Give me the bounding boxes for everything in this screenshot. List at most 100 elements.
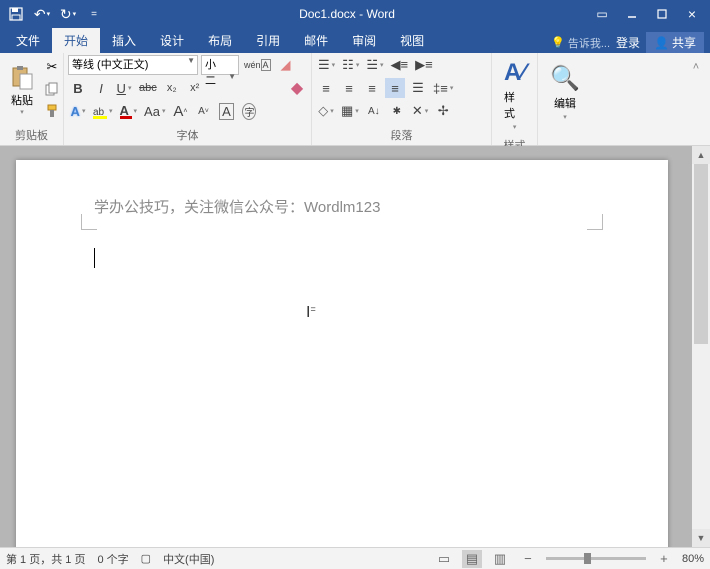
status-proofing-icon[interactable]: ▢	[141, 552, 151, 565]
titlebar: ↶▾ ↻▾ = Doc1.docx - Word ▭ ×	[0, 0, 710, 28]
tab-references[interactable]: 引用	[244, 28, 292, 53]
show-marks-button[interactable]: ✱	[387, 101, 407, 121]
zoom-thumb[interactable]	[584, 553, 591, 564]
eraser-button[interactable]: ◆	[287, 78, 307, 98]
tab-file[interactable]: 文件	[4, 28, 52, 53]
change-case-button[interactable]: A	[216, 101, 236, 121]
superscript-button[interactable]: x²	[185, 78, 205, 98]
zoom-slider[interactable]	[546, 557, 646, 560]
align-right-button[interactable]: ≡	[362, 78, 382, 98]
minimize-button[interactable]	[618, 2, 646, 26]
insertion-cursor-icon: I=	[306, 304, 316, 322]
qat-customize[interactable]: =	[82, 2, 106, 26]
scroll-down-button[interactable]: ▼	[692, 529, 710, 547]
styles-button[interactable]: A⁄ 样式 ▾	[496, 55, 533, 135]
editing-button[interactable]: 🔍 编辑 ▾	[542, 55, 588, 129]
tab-design[interactable]: 设计	[148, 28, 196, 53]
collapse-ribbon-button[interactable]: ˄	[686, 57, 706, 77]
maximize-button[interactable]	[648, 2, 676, 26]
scroll-track[interactable]	[692, 164, 710, 529]
login-button[interactable]: 登录	[616, 34, 640, 51]
increase-indent-button[interactable]: ▶≡	[413, 55, 435, 75]
status-words[interactable]: 0 个字	[97, 551, 128, 567]
find-icon: 🔍	[550, 64, 580, 93]
strikethrough-button[interactable]: abc	[137, 78, 159, 98]
status-page[interactable]: 第 1 页，共 1 页	[6, 551, 85, 567]
zoom-in-button[interactable]: +	[654, 550, 674, 568]
align-center-button[interactable]: ≡	[339, 78, 359, 98]
numbering-button[interactable]: ☷▾	[340, 55, 361, 75]
distribute-button[interactable]: ☰	[408, 78, 428, 98]
tab-layout[interactable]: 布局	[196, 28, 244, 53]
enclosed-char-button[interactable]: 字	[239, 101, 259, 121]
undo-button[interactable]: ↶▾	[30, 2, 54, 26]
styles-icon: A⁄	[504, 59, 525, 87]
scroll-up-button[interactable]: ▲	[692, 146, 710, 164]
document-scroll[interactable]: 学办公技巧，关注微信公众号：Wordlm123 I=	[0, 146, 692, 547]
underline-button[interactable]: U▾	[114, 78, 134, 98]
zoom-out-button[interactable]: −	[518, 550, 538, 568]
subscript-button[interactable]: x₂	[162, 78, 182, 98]
grow-font-button[interactable]: A˄	[170, 101, 190, 121]
status-language[interactable]: 中文(中国)	[163, 551, 214, 567]
copy-icon	[45, 82, 59, 96]
justify-icon: ≡	[391, 81, 399, 96]
copy-button[interactable]	[42, 79, 62, 99]
multilevel-icon: ☱	[366, 57, 378, 73]
tab-view[interactable]: 视图	[388, 28, 436, 53]
align-left-button[interactable]: ≡	[316, 78, 336, 98]
paragraph-marks-button[interactable]: ✢	[433, 101, 453, 121]
clear-formatting-button[interactable]: ◢	[276, 55, 296, 75]
decrease-indent-button[interactable]: ◀≡	[389, 55, 411, 75]
phonetic-guide-button[interactable]: wénA	[242, 55, 273, 75]
line-spacing-icon: ‡≡	[433, 81, 448, 96]
highlight-button[interactable]: ab▾	[91, 101, 115, 121]
vertical-scrollbar[interactable]: ▲ ▼	[692, 146, 710, 547]
shading-button[interactable]: ◇▾	[316, 101, 336, 121]
tab-home[interactable]: 开始	[52, 28, 100, 53]
multilevel-button[interactable]: ☱▾	[364, 55, 385, 75]
justify-button[interactable]: ≡	[385, 78, 405, 98]
document-area: 学办公技巧，关注微信公众号：Wordlm123 I= ▲ ▼	[0, 146, 710, 547]
shrink-font-button[interactable]: A˅	[193, 101, 213, 121]
tab-insert[interactable]: 插入	[100, 28, 148, 53]
close-button[interactable]: ×	[678, 2, 706, 26]
sort-button[interactable]: A↓	[364, 101, 384, 121]
tell-me-search[interactable]: 💡告诉我...	[551, 35, 610, 51]
view-read-button[interactable]: ▭	[434, 550, 454, 568]
ribbon-options-icon[interactable]: ▭	[588, 2, 616, 26]
bullets-button[interactable]: ☰▾	[316, 55, 337, 75]
tab-mailings[interactable]: 邮件	[292, 28, 340, 53]
brush-icon	[45, 104, 59, 118]
read-mode-icon: ▭	[438, 551, 450, 567]
ribbon-tabs: 文件 开始 插入 设计 布局 引用 邮件 审阅 视图 💡告诉我... 登录 👤共…	[0, 28, 710, 53]
paste-button[interactable]: 粘贴 ▾	[4, 62, 40, 118]
font-size-select[interactable]: 小二▼	[201, 55, 239, 75]
page[interactable]: 学办公技巧，关注微信公众号：Wordlm123 I=	[16, 160, 668, 547]
view-print-button[interactable]: ▤	[462, 550, 482, 568]
char-scale-button[interactable]: Aa▾	[142, 101, 167, 121]
eraser-icon: ◢	[281, 57, 291, 73]
font-name-select[interactable]: 等线 (中文正文)▼	[68, 55, 198, 75]
save-button[interactable]	[4, 2, 28, 26]
font-color-button[interactable]: A▾	[118, 101, 140, 121]
format-painter-button[interactable]	[42, 101, 62, 121]
line-spacing-button[interactable]: ‡≡▾	[431, 78, 455, 98]
italic-button[interactable]: I	[91, 78, 111, 98]
borders-button[interactable]: ▦▾	[339, 101, 361, 121]
redo-button[interactable]: ↻▾	[56, 2, 80, 26]
bold-button[interactable]: B	[68, 78, 88, 98]
tab-review[interactable]: 审阅	[340, 28, 388, 53]
view-web-button[interactable]: ▥	[490, 550, 510, 568]
chevron-down-icon: ▼	[228, 72, 236, 81]
distribute-icon: ☰	[412, 80, 424, 96]
page-header-text[interactable]: 学办公技巧，关注微信公众号：Wordlm123	[94, 196, 590, 217]
zoom-level[interactable]: 80%	[682, 553, 704, 565]
share-button[interactable]: 👤共享	[646, 32, 704, 53]
text-effects-button[interactable]: A▾	[68, 101, 88, 121]
scroll-thumb[interactable]	[694, 164, 708, 344]
outdent-icon: ◀≡	[391, 57, 409, 73]
text-direction-button[interactable]: ✕▾	[410, 101, 430, 121]
window-title: Doc1.docx - Word	[106, 7, 588, 21]
cut-button[interactable]: ✂	[42, 57, 62, 77]
